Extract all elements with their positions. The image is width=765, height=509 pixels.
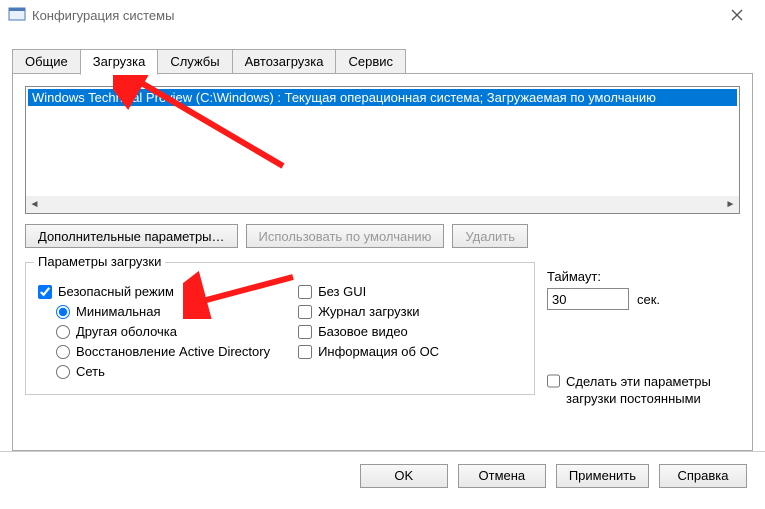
safe-mode-label: Безопасный режим [58,284,174,299]
set-default-button: Использовать по умолчанию [246,224,445,248]
persist-label: Сделать эти параметры загрузки постоянны… [566,374,747,408]
tab-boot[interactable]: Загрузка [80,49,159,75]
tab-services[interactable]: Службы [157,49,232,74]
boot-entry[interactable]: Windows Technical Preview (C:\Windows) :… [28,89,737,106]
bootlog-label: Журнал загрузки [318,304,419,319]
adrepair-label: Восстановление Active Directory [76,344,270,359]
adrepair-radio[interactable] [56,345,70,359]
safe-mode-column: Безопасный режим Минимальная Другая обол… [38,279,270,384]
safe-mode-checkbox[interactable] [38,285,52,299]
dialog-footer: OK Отмена Применить Справка [0,451,765,499]
tab-general[interactable]: Общие [12,49,81,74]
ok-button[interactable]: OK [360,464,448,488]
scroll-left-icon[interactable]: ◄ [26,196,43,213]
timeout-label: Таймаут: [547,269,737,284]
boot-buttons-row: Дополнительные параметры… Использовать п… [25,224,740,248]
network-radio[interactable] [56,365,70,379]
altshell-label: Другая оболочка [76,324,177,339]
help-button[interactable]: Справка [659,464,747,488]
basevideo-checkbox[interactable] [298,325,312,339]
timeout-block: Таймаут: сек. [547,269,737,310]
osinfo-checkbox[interactable] [298,345,312,359]
boot-options-group: Параметры загрузки Безопасный режим Мини… [25,262,535,395]
minimal-label: Минимальная [76,304,161,319]
nogui-label: Без GUI [318,284,366,299]
osinfo-label: Информация об ОС [318,344,439,359]
timeout-unit: сек. [637,292,660,307]
window-title: Конфигурация системы [32,8,174,23]
persist-block: Сделать эти параметры загрузки постоянны… [547,374,747,408]
altshell-radio[interactable] [56,325,70,339]
title-bar: Конфигурация системы [0,0,765,30]
extra-options-column: Без GUI Журнал загрузки Базовое видео Ин… [298,279,439,384]
basevideo-label: Базовое видео [318,324,408,339]
apply-button[interactable]: Применить [556,464,649,488]
minimal-radio[interactable] [56,305,70,319]
tab-startup[interactable]: Автозагрузка [232,49,337,74]
delete-button: Удалить [452,224,528,248]
app-icon [8,6,26,24]
boot-entries-list[interactable]: Windows Technical Preview (C:\Windows) :… [25,86,740,214]
cancel-button[interactable]: Отмена [458,464,546,488]
scroll-right-icon[interactable]: ► [722,196,739,213]
horizontal-scrollbar[interactable]: ◄ ► [26,196,739,213]
close-icon [731,9,743,21]
nogui-checkbox[interactable] [298,285,312,299]
tab-strip: Общие Загрузка Службы Автозагрузка Серви… [0,48,765,73]
bootlog-checkbox[interactable] [298,305,312,319]
persist-checkbox[interactable] [547,374,560,388]
timeout-input[interactable] [547,288,629,310]
tab-panel-boot: Windows Technical Preview (C:\Windows) :… [12,73,753,451]
network-label: Сеть [76,364,105,379]
group-legend: Параметры загрузки [34,254,165,269]
tab-tools[interactable]: Сервис [335,49,406,74]
advanced-options-button[interactable]: Дополнительные параметры… [25,224,238,248]
close-button[interactable] [717,0,757,30]
